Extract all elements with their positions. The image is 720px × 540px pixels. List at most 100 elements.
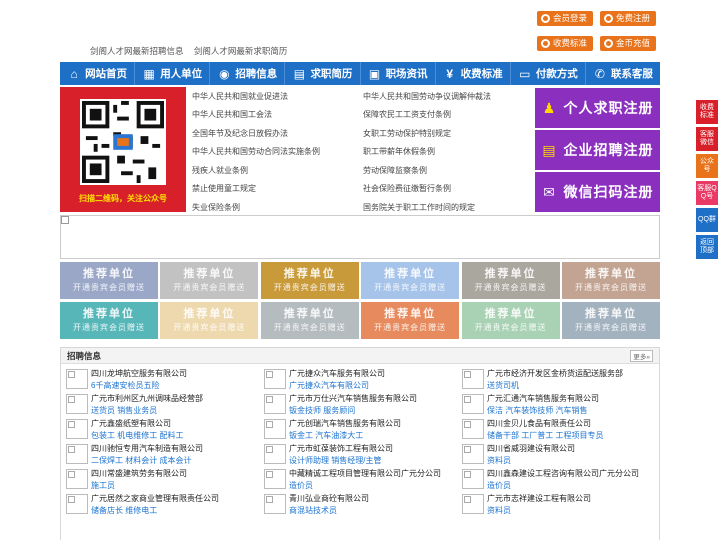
recommended-employer-tile[interactable]: 推荐单位 开通贵宾会员赠送 (160, 262, 259, 299)
company-logo[interactable] (264, 494, 286, 514)
job-positions-link[interactable]: 二保焊工 材料会计 成本会计 (91, 455, 203, 467)
company-logo[interactable] (462, 394, 484, 414)
nav-news[interactable]: ▣ 职场资讯 (361, 62, 436, 85)
law-link[interactable]: 中华人民共和国劳动合同法实施条例 (188, 146, 359, 157)
job-positions-link[interactable]: 包装工 机电维修工 配料工 (91, 430, 183, 442)
sidebar-button[interactable]: 收费标准 (696, 100, 718, 124)
company-name-link[interactable]: 四川省威羽建设有限公司 (487, 443, 575, 455)
sidebar-button[interactable]: QQ群 (696, 208, 718, 232)
company-name-link[interactable]: 四川鑫森建设工程咨询有限公司广元分公司 (487, 468, 639, 480)
company-name-link[interactable]: 广元市利州区九州调味品经营部 (91, 393, 203, 405)
company-register-button[interactable]: ▤ 企业招聘注册 (535, 130, 660, 170)
more-link[interactable]: 更多» (630, 349, 653, 362)
pricing-button[interactable]: 收费标准 (537, 36, 594, 51)
company-logo[interactable] (264, 469, 286, 489)
company-name-link[interactable]: 广元汇通汽车销售服务有限公司 (487, 393, 599, 405)
recommended-employer-tile[interactable]: 推荐单位 开通贵宾会员赠送 (260, 262, 359, 299)
job-positions-link[interactable]: 设计师助理 销售经理/主管 (289, 455, 393, 467)
company-logo[interactable] (264, 419, 286, 439)
job-positions-link[interactable]: 送货员 销售业务员 (91, 405, 203, 417)
company-name-link[interactable]: 广元捷众汽车服务有限公司 (289, 368, 385, 380)
company-logo[interactable] (66, 419, 88, 439)
company-logo[interactable] (462, 419, 484, 439)
sidebar-button[interactable]: 客服QQ号 (696, 181, 718, 205)
law-link[interactable]: 禁止使用童工规定 (188, 183, 359, 194)
nav-pricing[interactable]: ¥ 收费标准 (436, 62, 511, 85)
job-positions-link[interactable]: 钣金技师 服务顾问 (289, 405, 417, 417)
company-name-link[interactable]: 广元鑫盛纸塑有限公司 (91, 418, 183, 430)
sidebar-button[interactable]: 客服微信 (696, 127, 718, 151)
company-logo[interactable] (264, 444, 286, 464)
law-link[interactable]: 国务院关于职工工作时间的规定 (359, 202, 530, 213)
job-positions-link[interactable]: 钣金工 汽车油漆大工 (289, 430, 401, 442)
company-logo[interactable] (264, 369, 286, 389)
nav-home[interactable]: ⌂ 网站首页 (60, 62, 136, 85)
law-link[interactable]: 失业保险条例 (188, 202, 359, 213)
recommended-employer-tile[interactable]: 推荐单位 开通贵宾会员赠送 (361, 302, 460, 339)
company-logo[interactable] (66, 394, 88, 414)
nav-contact[interactable]: ✆ 联系客服 (586, 62, 660, 85)
sidebar-button[interactable]: 返回顶部 (696, 235, 718, 259)
company-name-link[interactable]: 广元创瑞汽车销售服务有限公司 (289, 418, 401, 430)
company-logo[interactable] (66, 444, 88, 464)
nav-payment[interactable]: ▭ 付款方式 (511, 62, 586, 85)
company-logo[interactable] (462, 369, 484, 389)
company-name-link[interactable]: 四川龙坤航空服务有限公司 (91, 368, 187, 380)
recommended-employer-tile[interactable]: 推荐单位 开通贵宾会员赠送 (60, 262, 158, 299)
job-positions-link[interactable]: 造价员 (487, 480, 639, 492)
job-positions-link[interactable]: 资料员 (487, 455, 575, 467)
law-link[interactable]: 劳动保障监察条例 (359, 165, 530, 176)
job-positions-link[interactable]: 6千高速安检员五险 (91, 380, 187, 392)
company-logo[interactable] (462, 444, 484, 464)
company-logo[interactable] (66, 369, 88, 389)
company-logo[interactable] (462, 494, 484, 514)
company-name-link[interactable]: 四川金贝儿食品有限责任公司 (487, 418, 603, 430)
company-name-link[interactable]: 四川驰恒专用汽车制造有限公司 (91, 443, 203, 455)
sidebar-button[interactable]: 公众号 (696, 154, 718, 178)
company-name-link[interactable]: 广元市经济开发区金桥货运配送服务部 (487, 368, 623, 380)
law-link[interactable]: 中华人民共和国劳动争议调解仲裁法 (359, 91, 530, 102)
register-button[interactable]: 免费注册 (600, 11, 657, 26)
recommended-employer-tile[interactable]: 推荐单位 开通贵宾会员赠送 (561, 302, 660, 339)
company-name-link[interactable]: 广元市志祥建设工程有限公司 (487, 493, 591, 505)
law-link[interactable]: 中华人民共和国工会法 (188, 109, 359, 120)
job-positions-link[interactable]: 施工员 (91, 480, 187, 492)
job-positions-link[interactable]: 储备店长 维修电工 (91, 505, 219, 517)
law-link[interactable]: 全国年节及纪念日放假办法 (188, 128, 359, 139)
company-logo[interactable] (264, 394, 286, 414)
company-name-link[interactable]: 青川弘业商砼有限公司 (289, 493, 369, 505)
login-button[interactable]: 会员登录 (537, 11, 594, 26)
job-positions-link[interactable]: 保洁 汽车装饰技师 汽车销售 (487, 405, 599, 417)
recommended-employer-tile[interactable]: 推荐单位 开通贵宾会员赠送 (461, 262, 560, 299)
personal-register-button[interactable]: ♟ 个人求职注册 (535, 88, 660, 128)
latest-resumes-link[interactable]: 剑阁人才网最新求职简历 (194, 46, 288, 56)
latest-jobs-link[interactable]: 剑阁人才网最新招聘信息 (90, 46, 184, 56)
nav-resumes[interactable]: ▤ 求职简历 (285, 62, 361, 85)
job-positions-link[interactable]: 储备干部 工厂普工 工程项目专员 (487, 430, 603, 442)
job-positions-link[interactable]: 造价员 (289, 480, 441, 492)
company-name-link[interactable]: 广元市虹葆装饰工程有限公司 (289, 443, 393, 455)
law-link[interactable]: 社会保险费征缴暂行条例 (359, 183, 530, 194)
job-positions-link[interactable]: 商混站技术员 (289, 505, 369, 517)
recommended-employer-tile[interactable]: 推荐单位 开通贵宾会员赠送 (561, 262, 660, 299)
law-link[interactable]: 保障农民工工资支付条例 (359, 109, 530, 120)
company-name-link[interactable]: 中藏精诚工程项目管理有限公司广元分公司 (289, 468, 441, 480)
company-logo[interactable] (66, 494, 88, 514)
recommended-employer-tile[interactable]: 推荐单位 开通贵宾会员赠送 (461, 302, 560, 339)
coin-recharge-button[interactable]: 金币充值 (600, 36, 657, 51)
law-link[interactable]: 职工带薪年休假条例 (359, 146, 530, 157)
company-logo[interactable] (462, 469, 484, 489)
law-link[interactable]: 女职工劳动保护特别规定 (359, 128, 530, 139)
banner-ad[interactable] (60, 215, 660, 259)
job-positions-link[interactable]: 送货司机 (487, 380, 623, 392)
company-logo[interactable] (66, 469, 88, 489)
recommended-employer-tile[interactable]: 推荐单位 开通贵宾会员赠送 (260, 302, 359, 339)
company-name-link[interactable]: 四川常盛建筑劳务有限公司 (91, 468, 187, 480)
recommended-employer-tile[interactable]: 推荐单位 开通贵宾会员赠送 (361, 262, 460, 299)
nav-jobs[interactable]: ◉ 招聘信息 (210, 62, 286, 85)
company-name-link[interactable]: 广元市万仕兴汽车销售服务有限公司 (289, 393, 417, 405)
job-positions-link[interactable]: 广元捷众汽车有限公司 (289, 380, 385, 392)
law-link[interactable]: 残疾人就业条例 (188, 165, 359, 176)
nav-employers[interactable]: ▦ 用人单位 (135, 62, 211, 85)
company-name-link[interactable]: 广元居然之家商业管理有限责任公司 (91, 493, 219, 505)
